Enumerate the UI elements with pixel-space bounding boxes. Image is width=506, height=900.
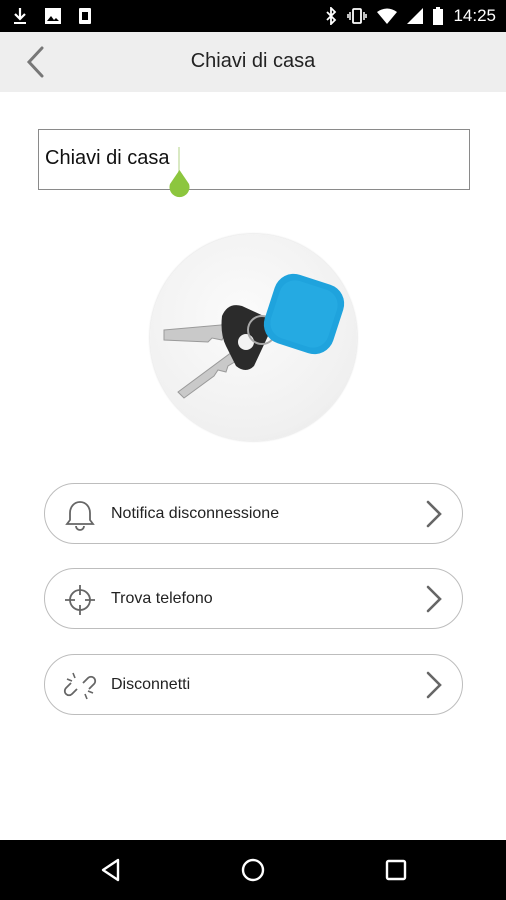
download-icon <box>14 8 26 24</box>
text-cursor-handle[interactable] <box>167 170 192 202</box>
option-disconnect[interactable]: Disconnetti <box>44 654 463 715</box>
signal-icon <box>407 8 424 24</box>
bluetooth-icon <box>326 7 337 25</box>
bell-icon <box>65 501 95 531</box>
option-label: Trova telefono <box>111 590 213 607</box>
option-disconnect-notification[interactable]: Notifica disconnessione <box>44 483 463 544</box>
chevron-right-icon <box>426 500 442 528</box>
option-label: Notifica disconnessione <box>111 505 280 522</box>
back-triangle-icon[interactable] <box>98 857 124 883</box>
option-find-phone[interactable]: Trova telefono <box>44 568 463 629</box>
chevron-right-icon <box>426 585 442 613</box>
device-image <box>150 234 357 441</box>
status-time: 14:25 <box>453 6 496 25</box>
system-navigation-bar <box>0 840 506 900</box>
app-toolbar: Chiavi di casa <box>0 32 506 92</box>
device-name-input[interactable]: Chiavi di casa <box>38 129 470 190</box>
page-title: Chiavi di casa <box>190 50 316 72</box>
broken-link-icon <box>63 672 97 700</box>
crosshair-icon <box>65 585 95 615</box>
wifi-icon <box>377 8 398 24</box>
battery-icon <box>433 7 444 25</box>
clipboard-icon <box>79 8 91 24</box>
status-bar: 14:25 <box>0 0 506 32</box>
image-icon <box>45 8 61 24</box>
vibrate-icon <box>347 8 368 24</box>
option-label: Disconnetti <box>111 676 191 693</box>
home-circle-icon[interactable] <box>240 857 266 883</box>
chevron-right-icon <box>426 671 442 699</box>
keychain-tag-image <box>163 273 345 399</box>
recents-square-icon[interactable] <box>383 857 409 883</box>
